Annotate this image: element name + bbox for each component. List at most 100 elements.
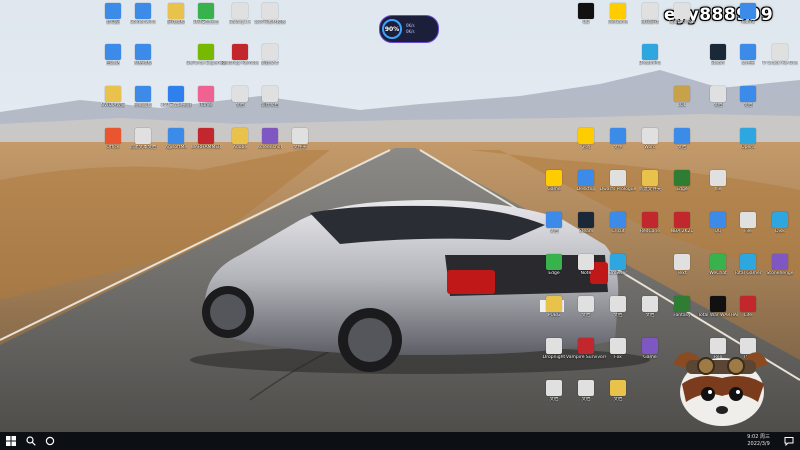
desktop-icon[interactable]: Browser — [600, 254, 636, 276]
desktop-icon-label: 文档 — [743, 103, 753, 108]
desktop-icon[interactable]: Cricut — [600, 212, 636, 234]
app-icon — [642, 338, 658, 354]
desktop-icon[interactable]: 文档 — [632, 296, 668, 318]
desktop-icon[interactable]: Game — [632, 338, 668, 360]
desktop-icon[interactable]: WeGame — [600, 3, 636, 25]
app-icon — [262, 86, 278, 102]
start-button[interactable] — [2, 432, 20, 450]
app-icon — [546, 212, 562, 228]
desktop-icon[interactable]: 游戏 — [568, 128, 604, 150]
desktop-icon[interactable]: 网络模板 — [125, 44, 161, 66]
app-icon — [674, 212, 690, 228]
desktop-icon[interactable]: Note — [568, 254, 604, 276]
app-icon — [674, 86, 690, 102]
app-icon — [198, 128, 214, 144]
desktop-icon[interactable]: 新建文档 — [252, 86, 288, 108]
desktop-icon[interactable]: Goldenwind — [125, 3, 161, 25]
desktop-icon-label: 文档 — [613, 313, 623, 318]
desktop-icon[interactable]: 文档 — [664, 128, 700, 150]
desktop-icon[interactable]: Word — [632, 128, 668, 150]
desktop-icon[interactable]: Dwarfs Prologue — [600, 170, 636, 192]
desktop-icon[interactable]: Vampire Survivors — [566, 338, 606, 360]
desktop-icon[interactable]: NBA 2K21 — [664, 212, 700, 234]
desktop-icon[interactable]: Game — [536, 170, 572, 192]
app-icon — [642, 212, 658, 228]
desktop-icon[interactable]: 360安全卫士 — [188, 3, 224, 25]
desktop-icon-label: WeGame — [607, 20, 629, 25]
desktop-icon[interactable]: Total Gamer — [730, 254, 766, 276]
app-icon — [262, 3, 278, 19]
desktop-icon[interactable]: 文档 — [730, 86, 766, 108]
desktop-icon[interactable]: Edge — [664, 170, 700, 192]
desktop-icon[interactable]: 控制面板 — [125, 86, 161, 108]
desktop-icon[interactable]: Teams — [730, 3, 766, 25]
desktop-icon[interactable]: 文件夹 — [282, 128, 318, 150]
network-rates: 0K/s 0K/s — [406, 23, 415, 35]
cortana-button[interactable] — [41, 432, 59, 450]
desktop-icon[interactable]: iTunes — [188, 86, 224, 108]
app-icon — [610, 170, 626, 186]
desktop-icon[interactable]: 文档 — [600, 296, 636, 318]
notification-button[interactable] — [780, 432, 798, 450]
desktop-icon[interactable]: QQ — [568, 3, 604, 25]
desktop-icon[interactable]: DreamPro — [632, 44, 668, 66]
desktop-icon-label: Edge — [548, 271, 560, 276]
desktop-icon[interactable]: Disk — [762, 212, 798, 234]
app-icon — [610, 296, 626, 312]
desktop-icon[interactable]: GeForce Experience — [186, 44, 226, 66]
search-button[interactable] — [22, 432, 40, 450]
desktop-icon[interactable]: Steam — [568, 212, 604, 234]
desktop-icon[interactable]: Fantasy — [664, 296, 700, 318]
desktop-icon[interactable]: 文档 — [536, 212, 572, 234]
app-icon — [168, 3, 184, 19]
desktop-icon[interactable]: 新建文件夹 — [632, 170, 668, 192]
app-icon — [105, 128, 121, 144]
desktop-icon[interactable]: Life — [730, 296, 766, 318]
app-icon — [105, 44, 121, 60]
desktop-icon[interactable]: LOL — [664, 86, 700, 108]
desktop-icon[interactable]: 公众号素材模板 — [252, 3, 288, 25]
desktop-icon[interactable]: File — [730, 212, 766, 234]
desktop-icon[interactable]: 文档 — [536, 380, 572, 402]
desktop-icon[interactable]: Tr Crack Re-Ove — [762, 44, 798, 66]
desktop-icon[interactable]: Desktop — [568, 170, 604, 192]
desktop-icon[interactable]: file — [700, 170, 736, 192]
desktop-icon[interactable]: Edge — [536, 254, 572, 276]
desktop-icon[interactable]: 新建文本 — [252, 44, 288, 66]
cpu-gauge-icon: 90% — [382, 19, 402, 39]
desktop-icon[interactable]: 文件 — [600, 128, 636, 150]
desktop-icon[interactable]: 文档 — [568, 380, 604, 402]
desktop-icon[interactable]: Text — [664, 254, 700, 276]
app-icon — [674, 296, 690, 312]
desktop-icon[interactable]: PUBG — [536, 296, 572, 318]
desktop-icon[interactable]: RedCane — [632, 212, 668, 234]
clock-time: 9:02 周三 — [747, 434, 770, 440]
desktop-icon[interactable]: WARHAMMER — [188, 128, 224, 150]
system-clock[interactable]: 9:02 周三 2022/3/9 — [747, 434, 770, 447]
desktop-icon[interactable]: 文件夹 — [730, 44, 766, 66]
desktop-icon-label: Steam — [710, 61, 726, 66]
app-icon — [710, 170, 726, 186]
desktop-icon[interactable]: 文档 — [568, 296, 604, 318]
desktop-icon[interactable]: Opera — [730, 128, 766, 150]
desktop-icon[interactable]: 微软游戏 — [632, 3, 668, 25]
desktop-icon[interactable]: Stonehenge — [762, 254, 798, 276]
desktop-icon[interactable]: SplitScreen — [664, 3, 700, 25]
desktop-icon[interactable]: 文档 — [600, 380, 636, 402]
app-icon — [135, 44, 151, 60]
desktop-icon-label: 文档 — [581, 397, 591, 402]
desktop-icon-label: SplitScreen — [669, 20, 695, 25]
app-icon — [674, 3, 690, 19]
app-icon — [710, 296, 726, 312]
app-icon — [642, 3, 658, 19]
desktop-icon-label: 文档 — [581, 313, 591, 318]
app-icon — [740, 44, 756, 60]
clock-date: 2022/3/9 — [747, 440, 770, 447]
desktop-icon[interactable]: Fox — [600, 338, 636, 360]
desktop-icon[interactable]: 新建文本文档 — [125, 128, 161, 150]
desktop-icon-label: AgisoftMe — [164, 145, 188, 150]
desktop-icon-label: screenshot — [257, 145, 283, 150]
app-icon — [292, 128, 308, 144]
performance-widget[interactable]: 90% 0K/s 0K/s — [379, 15, 439, 43]
desktop-icon-label: NBA 2K21 — [670, 229, 694, 234]
